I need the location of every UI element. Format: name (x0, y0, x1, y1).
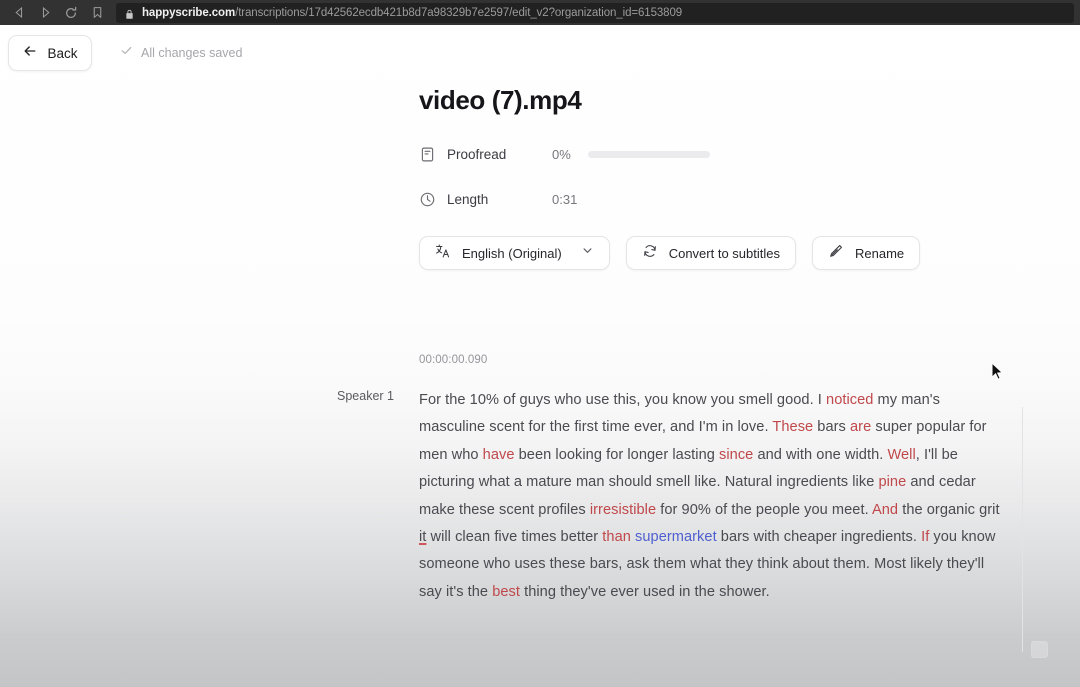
chevron-down-icon (581, 244, 594, 262)
save-status: All changes saved (120, 35, 242, 71)
back-button[interactable]: Back (8, 35, 92, 71)
save-status-label: All changes saved (141, 46, 243, 60)
transcript-corner-widget[interactable] (1031, 641, 1048, 658)
browser-bookmark-icon[interactable] (84, 0, 110, 25)
transcript-word-highlight[interactable]: best (492, 584, 520, 600)
transcript-word-highlight[interactable]: And (872, 502, 898, 518)
transcript-word-highlight[interactable]: noticed (826, 392, 873, 408)
length-label: Length (447, 191, 489, 207)
transcript-word-highlight[interactable]: since (719, 447, 753, 463)
arrow-left-icon (22, 43, 38, 64)
transcript-text[interactable]: For the 10% of guys who use this, you kn… (419, 387, 1005, 606)
transcript-timestamp[interactable]: 00:00:00.090 (419, 354, 487, 366)
rename-label: Rename (854, 245, 905, 261)
transcript-word-highlight[interactable]: are (850, 419, 871, 435)
language-selector-label: English (Original) (462, 245, 562, 261)
transcript-word-highlight[interactable]: supermarket (635, 529, 717, 545)
transcript-word-plain[interactable]: will clean five times better (426, 529, 602, 545)
rename-button[interactable]: Rename (811, 236, 921, 270)
browser-reload-icon[interactable] (58, 0, 84, 25)
transcript-divider (1022, 407, 1023, 652)
length-row: Length 0:31 (419, 188, 577, 210)
transcript-word-highlight[interactable]: pine (878, 474, 906, 490)
url-domain: happyscribe.com (142, 6, 236, 19)
transcript-word-highlight[interactable]: have (483, 447, 515, 463)
convert-to-subtitles-label: Convert to subtitles (668, 245, 780, 261)
transcript-word-highlight[interactable]: These (772, 419, 813, 435)
transcript-word-highlight[interactable]: than (602, 529, 631, 545)
transcript-word-plain[interactable]: For the 10% of guys who use this, you kn… (419, 392, 826, 408)
url-path: /transcriptions/17d42562ecdb421b8d7a9832… (235, 6, 683, 19)
speaker-label[interactable]: Speaker 1 (337, 389, 405, 403)
mouse-cursor (991, 361, 1004, 381)
app-toolbar: Back All changes saved (0, 35, 1080, 85)
transcript-word-plain[interactable]: thing they've ever used in the shower. (520, 584, 770, 600)
refresh-icon (642, 243, 658, 264)
address-bar[interactable]: happyscribe.com/transcriptions/17d42562e… (116, 2, 1074, 23)
proofread-row: Proofread 0% (419, 143, 710, 165)
transcript-word-highlight[interactable]: Well (887, 447, 915, 463)
action-button-row: English (Original) Convert to subtitles (419, 236, 921, 270)
proofread-value: 0% (552, 146, 571, 162)
transcript-word-highlight[interactable]: irresistible (590, 502, 656, 518)
page-content: Back All changes saved video (7).mp4 Pro… (0, 25, 1080, 687)
browser-toolbar: happyscribe.com/transcriptions/17d42562e… (0, 0, 1080, 25)
transcript-word-plain[interactable]: bars with cheaper ingredients. (717, 529, 921, 545)
convert-to-subtitles-button[interactable]: Convert to subtitles (625, 236, 796, 270)
page-title: video (7).mp4 (419, 85, 582, 115)
proofread-label: Proofread (447, 146, 507, 162)
document-icon (419, 146, 436, 163)
transcript-word-plain[interactable]: been looking for longer lasting (515, 447, 719, 463)
browser-forward-icon[interactable] (32, 0, 58, 25)
transcript-word-plain[interactable]: and with one width. (753, 447, 887, 463)
length-value: 0:31 (552, 191, 578, 207)
transcript-word-plain[interactable]: the organic grit (898, 502, 999, 518)
transcript-word-plain[interactable]: bars (813, 419, 850, 435)
back-button-label: Back (47, 45, 78, 61)
proofread-progress-bar (587, 150, 710, 158)
language-selector-button[interactable]: English (Original) (419, 236, 610, 270)
transcript-word-plain[interactable]: for 90% of the people you meet. (656, 502, 872, 518)
clock-icon (419, 191, 436, 208)
browser-back-icon[interactable] (6, 0, 32, 25)
pencil-icon (828, 243, 844, 264)
translate-icon (435, 243, 451, 264)
check-icon (120, 44, 133, 62)
lock-icon (124, 7, 135, 19)
